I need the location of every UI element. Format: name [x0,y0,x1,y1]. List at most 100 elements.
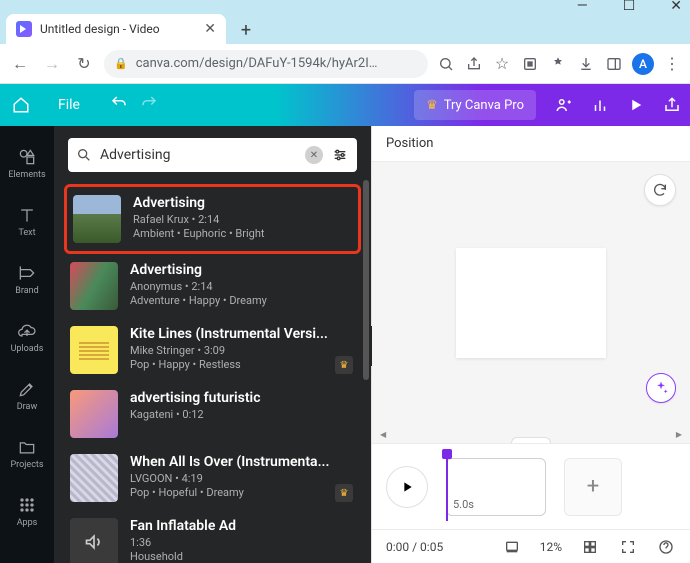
new-tab-button[interactable]: + [232,16,260,44]
add-page-button[interactable]: + [564,458,622,516]
sidebar-item-uploads[interactable]: Uploads [0,308,54,366]
timeline-clip[interactable]: 5.0s [446,458,546,516]
track-thumbnail [70,262,118,310]
share-button[interactable] [654,84,690,126]
video-page[interactable] [456,248,606,358]
close-tab-icon[interactable]: ✕ [204,21,216,37]
fullscreen-icon[interactable] [618,537,638,557]
sidepanel-icon[interactable] [604,54,624,74]
magic-icon[interactable] [646,373,676,403]
download-icon[interactable] [576,54,596,74]
audio-panel: ✕ AdvertisingRafael Krux • 2:14Ambient •… [54,126,371,563]
sidebar-item-text[interactable]: Text [0,192,54,250]
sidebar-label: Text [18,228,35,238]
sidebar-label: Uploads [11,344,44,354]
undo-button[interactable] [110,94,128,116]
extension-icon-1[interactable] [520,54,540,74]
browser-menu-icon[interactable]: ⋮ [662,54,682,74]
window-close[interactable]: ✕ [670,0,682,14]
crown-icon: ♛ [426,98,438,113]
bookmark-icon[interactable]: ☆ [492,54,512,74]
position-button[interactable]: Position [386,136,433,151]
track-meta: Mike Stringer • 3:09 [130,344,355,357]
track-title: When All Is Over (Instrumenta... [130,454,355,470]
window-minimize[interactable]: — [577,0,588,14]
track-title: Advertising [133,195,352,211]
home-button[interactable] [0,84,42,126]
try-canva-pro-button[interactable]: ♛ Try Canva Pro [414,90,536,120]
search-box[interactable]: ✕ [68,138,357,172]
profile-avatar[interactable]: A [632,53,654,75]
sidebar-label: Projects [11,460,44,470]
filter-icon[interactable] [331,146,349,164]
redo-button[interactable] [140,94,158,116]
search-icon [76,147,92,163]
timeline-play-button[interactable] [386,466,428,508]
forward-button[interactable]: → [40,52,64,76]
track-title: advertising futuristic [130,390,355,406]
grid-view-icon[interactable] [580,537,600,557]
window-titlebar: — ☐ ✕ [0,0,690,12]
track-thumbnail [70,390,118,438]
url-text: canva.com/design/DAFuY-1594k/hyAr2I… [136,56,378,71]
track-meta: 1:36 [130,536,355,549]
try-pro-label: Try Canva Pro [444,98,524,113]
reload-button[interactable]: ↻ [72,52,96,76]
audio-track-item[interactable]: advertising futuristic Kagateni • 0:12 [64,382,361,446]
sidebar-label: Draw [17,402,37,412]
track-thumbnail [73,195,121,243]
pro-badge-icon: ♛ [335,484,353,502]
help-icon[interactable] [656,537,676,557]
search-input[interactable] [100,147,297,163]
reset-view-icon[interactable] [644,174,676,206]
track-tags: Adventure • Happy • Dreamy [130,294,355,307]
sidebar-item-draw[interactable]: Draw [0,366,54,424]
track-meta: Kagateni • 0:12 [130,408,355,421]
present-button[interactable] [618,84,654,126]
sidebar-label: Apps [17,518,38,528]
pro-badge-icon: ♛ [335,356,353,374]
share-icon[interactable] [464,54,484,74]
bottom-bar: 0:00 / 0:05 12% [372,529,690,563]
sidebar-item-brand[interactable]: Brand [0,250,54,308]
canva-top-bar: File ♛ Try Canva Pro [0,84,690,126]
audio-track-item[interactable]: AdvertisingAnonymus • 2:14Adventure • Ha… [64,254,361,318]
audio-track-item[interactable]: Fan Inflatable Ad1:36Household [64,510,361,563]
zoom-icon[interactable] [436,54,456,74]
playhead[interactable] [446,455,448,521]
track-tags: Pop • Happy • Restless [130,358,355,371]
track-meta: Anonymus • 2:14 [130,280,355,293]
tab-title: Untitled design - Video [40,22,196,36]
analytics-icon[interactable] [582,84,618,126]
audio-track-item[interactable]: Kite Lines (Instrumental Versi...Mike St… [64,318,361,382]
playback-time: 0:00 / 0:05 [386,540,443,554]
collaborators-icon[interactable] [546,84,582,126]
sidebar-item-elements[interactable]: Elements [0,134,54,192]
extensions-icon[interactable] [548,54,568,74]
canvas-area: Position ⌄ 5.0s + 0:00 / 0:05 12% [371,126,690,563]
sidebar-item-projects[interactable]: Projects [0,424,54,482]
window-maximize[interactable]: ☐ [623,0,636,14]
track-thumbnail [70,518,118,563]
canva-favicon [16,21,32,37]
panel-scrollbar[interactable] [363,180,369,510]
clear-search-icon[interactable]: ✕ [305,146,323,164]
sidebar-label: Brand [15,286,38,296]
back-button[interactable]: ← [8,52,32,76]
lock-icon: 🔒 [114,57,128,70]
audio-track-item[interactable]: AdvertisingRafael Krux • 2:14Ambient • E… [64,184,361,254]
audio-track-item[interactable]: When All Is Over (Instrumenta... LVGOON •… [64,446,361,510]
track-meta: LVGOON • 4:19 [130,472,355,485]
track-thumbnail [70,326,118,374]
browser-toolbar: ← → ↻ 🔒 canva.com/design/DAFuY-1594k/hyA… [0,44,690,84]
zoom-level[interactable]: 12% [540,540,562,554]
notes-icon[interactable] [502,537,522,557]
sidebar-label: Elements [8,170,45,180]
address-bar[interactable]: 🔒 canva.com/design/DAFuY-1594k/hyAr2I… [104,50,428,78]
sidebar-item-apps[interactable]: Apps [0,482,54,540]
browser-tab[interactable]: Untitled design - Video ✕ [6,14,226,44]
canvas-workspace[interactable]: ⌄ [372,162,690,443]
browser-tab-bar: Untitled design - Video ✕ + [0,12,690,44]
track-tags: Pop • Hopeful • Dreamy [130,486,355,499]
file-menu[interactable]: File [42,84,96,126]
